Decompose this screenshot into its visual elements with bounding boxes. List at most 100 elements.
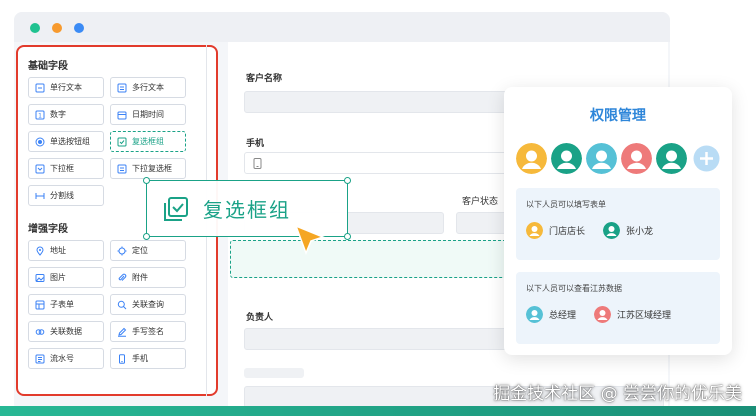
field-related-query[interactable]: 关联查询 bbox=[110, 294, 186, 315]
person-name: 张小龙 bbox=[626, 227, 654, 237]
link-data-icon bbox=[35, 328, 45, 335]
person-chip[interactable]: 张小龙 bbox=[603, 222, 653, 239]
field-number[interactable]: 1 数字 bbox=[28, 104, 104, 125]
drop-zone[interactable] bbox=[230, 240, 520, 278]
phone-label: 手机 bbox=[246, 139, 265, 149]
view-permission-text: 以下人员可以查看江苏数据 bbox=[526, 284, 622, 293]
watermark: 掘金技术社区 @ 尝尝你的优乐美 bbox=[493, 384, 742, 404]
add-member-button[interactable] bbox=[691, 143, 722, 174]
field-label: 关联数据 bbox=[50, 327, 82, 336]
avatar bbox=[526, 306, 543, 323]
field-signature[interactable]: 手写签名 bbox=[110, 321, 186, 342]
resize-handle[interactable] bbox=[143, 233, 150, 240]
field-label: 流水号 bbox=[50, 354, 74, 363]
field-multi-line-text[interactable]: 多行文本 bbox=[110, 77, 186, 98]
advanced-fields-grid: 地址 定位 图片 附件 子表单 关联查询 关联数据 手写签名 流水号 手机 bbox=[28, 240, 206, 369]
datetime-icon bbox=[117, 111, 127, 119]
field-datetime[interactable]: 日期时间 bbox=[110, 104, 186, 125]
avatar[interactable] bbox=[586, 143, 617, 174]
window-close-button[interactable] bbox=[74, 23, 84, 33]
field-label: 分割线 bbox=[50, 191, 74, 200]
field-label: 下拉复选框 bbox=[132, 164, 172, 173]
field-label: 图片 bbox=[50, 273, 66, 282]
window-minimize-button[interactable] bbox=[52, 23, 62, 33]
field-dropdown[interactable]: 下拉框 bbox=[28, 158, 104, 179]
owner-label: 负责人 bbox=[246, 313, 274, 323]
image-icon bbox=[35, 273, 45, 282]
field-dropdown-checkbox[interactable]: 下拉复选框 bbox=[110, 158, 186, 179]
field-label: 多行文本 bbox=[132, 83, 164, 92]
single-line-text-icon bbox=[35, 83, 45, 92]
field-label: 手机 bbox=[132, 354, 148, 363]
paperclip-icon bbox=[118, 273, 127, 281]
radio-icon bbox=[35, 137, 45, 146]
person-name: 江苏区域经理 bbox=[617, 311, 672, 321]
window-maximize-button[interactable] bbox=[30, 23, 40, 33]
field-label: 关联查询 bbox=[132, 300, 164, 309]
number-icon: 1 bbox=[35, 110, 45, 119]
phone-icon bbox=[119, 353, 125, 364]
svg-text:1: 1 bbox=[38, 112, 42, 119]
field-label: 数字 bbox=[50, 110, 66, 119]
person-chip[interactable]: 门店店长 bbox=[526, 222, 585, 239]
field-divider[interactable]: 分割线 bbox=[28, 185, 104, 206]
avatar bbox=[603, 222, 621, 239]
person-chip[interactable]: 总经理 bbox=[526, 306, 576, 323]
multi-line-text-icon bbox=[117, 83, 127, 92]
field-radio-group[interactable]: 单选按钮组 bbox=[28, 131, 104, 152]
field-address[interactable]: 地址 bbox=[28, 240, 104, 261]
customer-name-label: 客户名称 bbox=[246, 74, 283, 84]
field-attachment[interactable]: 附件 bbox=[110, 267, 186, 288]
permission-title: 权限管理 bbox=[590, 108, 646, 124]
avatar[interactable] bbox=[621, 143, 652, 174]
view-people: 总经理 江苏区域经理 bbox=[526, 306, 710, 323]
resize-handle[interactable] bbox=[344, 177, 351, 184]
person-chip[interactable]: 江苏区域经理 bbox=[594, 306, 671, 323]
view-permission-box: 以下人员可以查看江苏数据 总经理 江苏区域经理 bbox=[516, 272, 720, 344]
field-label: 子表单 bbox=[50, 300, 74, 309]
field-label: 单选按钮组 bbox=[50, 137, 90, 146]
checkbox-icon bbox=[117, 137, 127, 146]
subform-icon bbox=[35, 300, 45, 309]
person-name: 门店店长 bbox=[549, 227, 586, 237]
avatar[interactable] bbox=[656, 143, 687, 174]
location-pin-icon bbox=[36, 246, 44, 256]
field-related-data[interactable]: 关联数据 bbox=[28, 321, 104, 342]
window-titlebar bbox=[14, 12, 670, 42]
field-image[interactable]: 图片 bbox=[28, 267, 104, 288]
crosshair-icon bbox=[117, 246, 127, 255]
basic-fields-title: 基础字段 bbox=[28, 61, 68, 72]
field-serial-number[interactable]: 流水号 bbox=[28, 348, 104, 369]
dragged-label: 复选框组 bbox=[203, 198, 291, 222]
field-label: 单行文本 bbox=[50, 83, 82, 92]
search-icon bbox=[117, 300, 127, 309]
checkbox-icon bbox=[164, 196, 188, 221]
avatar[interactable] bbox=[551, 143, 582, 174]
avatar[interactable] bbox=[516, 143, 547, 174]
field-label: 附件 bbox=[132, 273, 148, 282]
placeholder-label-bar bbox=[244, 368, 304, 378]
field-phone[interactable]: 手机 bbox=[110, 348, 186, 369]
field-subform[interactable]: 子表单 bbox=[28, 294, 104, 315]
serial-number-icon bbox=[35, 354, 45, 363]
avatar bbox=[526, 222, 543, 239]
avatar-row bbox=[516, 143, 720, 174]
field-label: 下拉框 bbox=[50, 164, 74, 173]
field-checkbox-group[interactable]: 复选框组 bbox=[110, 131, 186, 152]
field-label: 日期时间 bbox=[132, 110, 164, 119]
dropdown-checkbox-icon bbox=[117, 164, 127, 173]
field-location[interactable]: 定位 bbox=[110, 240, 186, 261]
field-label: 定位 bbox=[132, 246, 148, 255]
resize-handle[interactable] bbox=[143, 177, 150, 184]
customer-status-label: 客户状态 bbox=[462, 197, 499, 207]
fill-permission-text: 以下人员可以填写表单 bbox=[526, 200, 606, 209]
field-single-line-text[interactable]: 单行文本 bbox=[28, 77, 104, 98]
field-label: 复选框组 bbox=[132, 137, 164, 146]
person-name: 总经理 bbox=[549, 311, 577, 321]
phone-icon bbox=[253, 157, 262, 169]
cursor-icon bbox=[294, 224, 326, 256]
fill-permission-box: 以下人员可以填写表单 门店店长 张小龙 bbox=[516, 188, 720, 260]
resize-handle[interactable] bbox=[344, 233, 351, 240]
field-label: 手写签名 bbox=[132, 327, 164, 336]
field-label: 地址 bbox=[50, 246, 66, 255]
